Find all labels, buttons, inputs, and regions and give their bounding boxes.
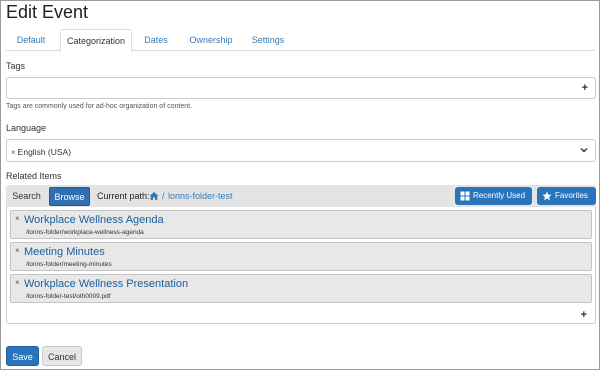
related-item-title[interactable]: Workplace Wellness Presentation bbox=[24, 278, 188, 290]
save-button[interactable]: Save bbox=[6, 346, 39, 366]
tab-default[interactable]: Default bbox=[8, 29, 54, 51]
related-item-path: /lonns-folder/workplace-wellness-agenda bbox=[26, 229, 144, 236]
related-item[interactable]: × Workplace Wellness Presentation /lonns… bbox=[10, 274, 592, 303]
tags-help-text: Tags are commonly used for ad-hoc organi… bbox=[6, 103, 192, 110]
related-item[interactable]: × Meeting Minutes /lonns-folder/meeting-… bbox=[10, 242, 592, 271]
remove-item-icon[interactable]: × bbox=[15, 246, 20, 255]
recently-used-dropdown[interactable]: Recently Used bbox=[455, 187, 532, 216]
tab-dates[interactable]: Dates bbox=[140, 29, 172, 51]
tags-add-icon[interactable]: + bbox=[582, 82, 588, 94]
favorites-dropdown[interactable]: Favorites bbox=[537, 187, 596, 216]
recently-used-label: Recently Used bbox=[473, 191, 526, 200]
page-title: Edit Event bbox=[6, 2, 89, 22]
language-selected: × English (USA) bbox=[11, 147, 71, 157]
cancel-button[interactable]: Cancel bbox=[42, 346, 82, 366]
related-items-label: Related Items bbox=[6, 171, 62, 181]
path-link[interactable]: lonns-folder-test bbox=[168, 191, 233, 201]
edit-event-form: Edit Event Default Categorization Dates … bbox=[0, 0, 600, 370]
related-item-path: /lonns-folder-test/oth0009.pdf bbox=[26, 293, 111, 300]
language-select[interactable]: × English (USA) bbox=[6, 139, 596, 162]
tab-ownership[interactable]: Ownership bbox=[186, 29, 236, 51]
related-items-list: × Workplace Wellness Agenda /lonns-folde… bbox=[6, 207, 596, 324]
path-separator: / bbox=[162, 191, 165, 201]
remove-item-icon[interactable]: × bbox=[15, 214, 20, 223]
language-value: English (USA) bbox=[17, 147, 72, 157]
tags-label: Tags bbox=[6, 61, 26, 71]
language-label: Language bbox=[6, 123, 47, 133]
related-items-toolbar: Search Browse Current path: / lonns-fold… bbox=[6, 185, 596, 216]
tab-settings[interactable]: Settings bbox=[249, 29, 287, 51]
tab-bar: Default Categorization Dates Ownership S… bbox=[6, 29, 595, 52]
browse-button[interactable]: Browse bbox=[49, 187, 90, 206]
tags-input[interactable]: + bbox=[6, 77, 596, 99]
favorites-label: Favorites bbox=[555, 191, 588, 200]
search-button[interactable]: Search bbox=[6, 187, 47, 206]
star-icon bbox=[542, 191, 552, 201]
tab-categorization[interactable]: Categorization bbox=[60, 29, 132, 52]
related-add-icon[interactable]: + bbox=[581, 309, 587, 321]
related-item-path: /lonns-folder/meeting-minutes bbox=[26, 261, 112, 268]
related-item[interactable]: × Workplace Wellness Agenda /lonns-folde… bbox=[10, 210, 592, 239]
related-item-title[interactable]: Workplace Wellness Agenda bbox=[24, 214, 164, 226]
grid-icon bbox=[460, 191, 470, 201]
remove-item-icon[interactable]: × bbox=[15, 278, 20, 287]
home-icon[interactable] bbox=[149, 191, 159, 201]
current-path-label: Current path: bbox=[97, 191, 150, 201]
related-item-title[interactable]: Meeting Minutes bbox=[24, 246, 105, 258]
language-remove-icon[interactable]: × bbox=[11, 148, 16, 157]
chevron-down-icon[interactable] bbox=[579, 145, 589, 155]
